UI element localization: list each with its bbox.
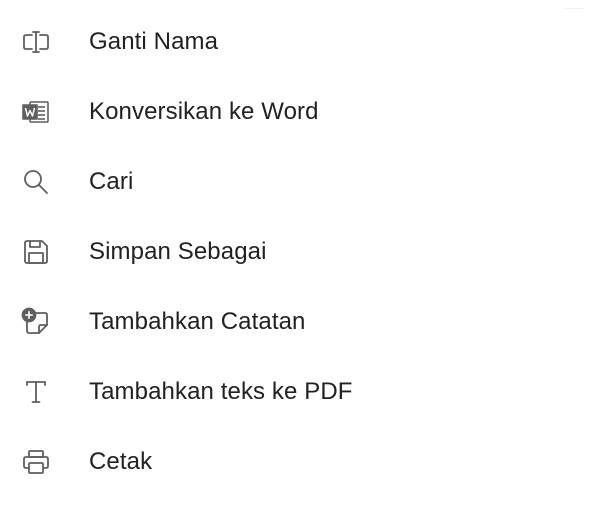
menu-item-convert-word[interactable]: Konversikan ke Word bbox=[0, 77, 591, 147]
menu-item-label: Cetak bbox=[89, 448, 153, 475]
menu-item-label: Tambahkan Catatan bbox=[89, 308, 306, 335]
add-note-icon bbox=[19, 305, 53, 339]
menu-item-search[interactable]: Cari bbox=[0, 147, 591, 217]
menu-item-rename[interactable]: Ganti Nama bbox=[0, 7, 591, 77]
menu-item-label: Konversikan ke Word bbox=[89, 98, 319, 125]
search-icon bbox=[19, 165, 53, 199]
menu-item-add-text-pdf[interactable]: Tambahkan teks ke PDF bbox=[0, 357, 591, 427]
menu-item-label: Ganti Nama bbox=[89, 28, 219, 55]
menu-item-label: Cari bbox=[89, 168, 134, 195]
word-icon bbox=[19, 95, 53, 129]
options-menu: Ganti Nama Konversikan ke Word Cari Simp… bbox=[0, 0, 591, 513]
menu-item-label: Tambahkan teks ke PDF bbox=[89, 378, 353, 405]
rename-icon bbox=[19, 25, 53, 59]
menu-item-save-as[interactable]: Simpan Sebagai bbox=[0, 217, 591, 287]
text-icon bbox=[19, 375, 53, 409]
menu-item-label: Simpan Sebagai bbox=[89, 238, 267, 265]
print-icon bbox=[19, 445, 53, 479]
menu-item-add-note[interactable]: Tambahkan Catatan bbox=[0, 287, 591, 357]
save-icon bbox=[19, 235, 53, 269]
menu-item-print[interactable]: Cetak bbox=[0, 427, 591, 497]
